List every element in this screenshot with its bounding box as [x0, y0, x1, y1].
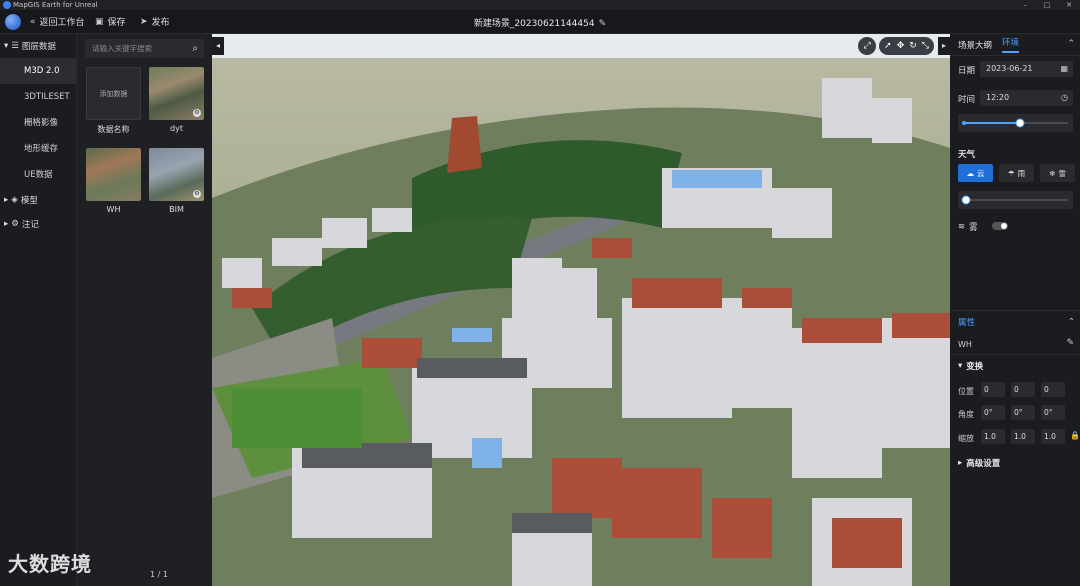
nav-group-layers[interactable]: ▾ ☰ 图层数据 — [0, 34, 76, 58]
rotation-x-input[interactable]: 0° — [981, 405, 1005, 420]
viewport-sky — [212, 34, 950, 58]
fog-row: ≋ 雾 — [958, 222, 978, 233]
asset-tile-wh[interactable] — [86, 148, 141, 201]
nav-group-model[interactable]: ▸ ◈ 模型 — [0, 188, 76, 212]
scale-label: 缩放 — [958, 434, 974, 443]
scale-y-input[interactable]: 1.0 — [1011, 429, 1035, 444]
caret-right-icon: ▸ — [4, 219, 9, 229]
date-field[interactable]: 2023-06-21 ▦ — [980, 61, 1073, 77]
clock-icon: ◷ — [1061, 93, 1068, 102]
viewport-tools: ⤢ ➚ ✥ ↻ ⤡ — [858, 37, 934, 55]
tab-scene-outline[interactable]: 场景大纲 — [958, 39, 992, 51]
date-label: 日期 — [958, 66, 976, 76]
main-toolbar: « 返回工作台 ▣ 保存 ➤ 发布 新建场景_20230621144454 ✎ — [0, 10, 1080, 34]
close-button[interactable]: ✕ — [1058, 0, 1080, 10]
zoom-extent-icon[interactable]: ⤡ — [922, 41, 929, 51]
layers-icon: ☰ — [11, 41, 19, 51]
tile-label: 数据名称 — [97, 125, 130, 134]
right-panel-tabs: 场景大纲 环境 ⌃ — [950, 34, 1080, 56]
pan-move-icon[interactable]: ✥ — [897, 41, 905, 51]
maximize-button[interactable]: □ — [1036, 0, 1058, 10]
position-label: 位置 — [958, 387, 974, 396]
lock-icon[interactable]: 🔒 — [1070, 431, 1080, 440]
fullscreen-icon[interactable]: ⤢ — [858, 37, 877, 55]
rotation-label: 角度 — [958, 410, 974, 419]
chevron-up-icon: ⌃ — [1067, 316, 1075, 327]
caret-right-icon: ▸ — [958, 458, 963, 468]
time-slider-track — [962, 118, 1068, 128]
scene-viewport[interactable]: ◂ ▸ ⤢ ➚ ✥ ↻ ⤡ — [212, 34, 950, 586]
snow-icon: ❄ — [1049, 168, 1056, 178]
search-input[interactable]: 请输入关键字搜索 ⌕ — [85, 39, 204, 58]
navigation-tools: ➚ ✥ ↻ ⤡ — [879, 37, 934, 55]
nav-item-terrain-cache[interactable]: 地形缓存 — [0, 136, 76, 162]
left-nav: ▾ ☰ 图层数据 M3D 2.0 3DTILESET 栅格影像 地形缓存 UE数… — [0, 34, 77, 586]
watermark-logo: 大数跨境 — [8, 552, 92, 576]
edit-pencil-icon[interactable]: ✎ — [599, 19, 607, 29]
weather-snow-button[interactable]: ❄ 雪 — [1040, 164, 1075, 182]
property-section-header[interactable]: 属性 ⌃ — [950, 310, 1080, 332]
position-y-input[interactable]: 0 — [1011, 382, 1035, 397]
time-field[interactable]: 12:20 ◷ — [980, 90, 1073, 106]
nav-item-raster[interactable]: 栅格影像 — [0, 110, 76, 136]
select-pointer-icon[interactable]: ➚ — [884, 41, 892, 51]
page-total: / 1 — [157, 570, 168, 579]
advanced-settings-header[interactable]: ▸ 高级设置 — [950, 452, 1080, 474]
scale-x-input[interactable]: 1.0 — [981, 429, 1005, 444]
caret-down-icon: ▾ — [958, 360, 963, 371]
caret-right-icon: ▸ — [4, 195, 9, 205]
position-z-input[interactable]: 0 — [1041, 382, 1065, 397]
gear-icon: ⚙ — [193, 109, 201, 117]
cloud-icon: ☁ — [966, 168, 975, 178]
collapse-left-button[interactable]: ◂ — [212, 37, 224, 55]
rain-icon: ☂ — [1007, 168, 1015, 178]
minimize-button[interactable]: – — [1014, 0, 1036, 10]
time-slider[interactable] — [958, 114, 1073, 132]
nav-item-3dtileset[interactable]: 3DTILESET — [0, 84, 76, 110]
right-panel: 场景大纲 环境 ⌃ 日期 2023-06-21 ▦ 时间 12:20 ◷ 天气 ☁ 云… — [950, 34, 1080, 586]
nav-item-m3d[interactable]: M3D 2.0 — [0, 58, 76, 84]
city-scene — [212, 58, 950, 586]
asset-panel: 请输入关键字搜索 ⌕ 添加数据 数据名称 ⚙ dyt WH ⚙ BIM — [77, 34, 212, 586]
gear-icon: ⚙ — [193, 190, 201, 198]
position-x-input[interactable]: 0 — [981, 382, 1005, 397]
collapse-right-button[interactable]: ▸ — [938, 37, 950, 55]
window-title: MapGIS Earth for Unreal — [13, 1, 98, 9]
scale-z-input[interactable]: 1.0 — [1041, 429, 1065, 444]
tile-label: BIM — [169, 205, 184, 214]
edit-pencil-icon[interactable]: ✎ — [1066, 338, 1074, 348]
weather-intensity-slider[interactable] — [958, 191, 1073, 209]
pin-icon: ⚙ — [11, 219, 19, 229]
add-data-tile[interactable]: 添加数据 — [86, 67, 141, 120]
cube-icon: ◈ — [11, 195, 18, 205]
object-name: WH — [958, 340, 972, 349]
caret-down-icon: ▾ — [4, 41, 9, 51]
tile-label: dyt — [170, 124, 183, 133]
fog-toggle[interactable] — [992, 222, 1008, 230]
nav-item-ue-data[interactable]: UE数据 — [0, 162, 76, 188]
weather-rain-button[interactable]: ☂ 雨 — [999, 164, 1034, 182]
weather-slider-track — [961, 195, 1068, 205]
weather-cloud-button[interactable]: ☁ 云 — [958, 164, 993, 182]
tab-environment[interactable]: 环境 — [1002, 36, 1020, 53]
tile-label: WH — [106, 205, 121, 214]
search-icon[interactable]: ⌕ — [192, 39, 198, 58]
chevron-up-icon[interactable]: ⌃ — [1067, 39, 1075, 49]
asset-tile-bim[interactable]: ⚙ — [149, 148, 204, 201]
time-label: 时间 — [958, 95, 976, 105]
pager: 1 / 1 — [150, 570, 168, 579]
calendar-icon: ▦ — [1060, 64, 1068, 73]
app-logo-icon — [3, 1, 11, 9]
nav-group-annotation[interactable]: ▸ ⚙ 注记 — [0, 212, 76, 236]
rotate-icon[interactable]: ↻ — [909, 41, 917, 51]
page-current[interactable]: 1 — [150, 570, 155, 579]
rotation-y-input[interactable]: 0° — [1011, 405, 1035, 420]
window-titlebar: MapGIS Earth for Unreal – □ ✕ — [0, 0, 1080, 10]
rotation-z-input[interactable]: 0° — [1041, 405, 1065, 420]
asset-tile-dyt[interactable]: ⚙ — [149, 67, 204, 120]
fog-icon: ≋ — [958, 222, 966, 232]
weather-label: 天气 — [958, 150, 976, 160]
transform-section-header[interactable]: ▾ 变换 — [950, 354, 1080, 376]
scene-title: 新建场景_20230621144454 ✎ — [473, 19, 607, 29]
